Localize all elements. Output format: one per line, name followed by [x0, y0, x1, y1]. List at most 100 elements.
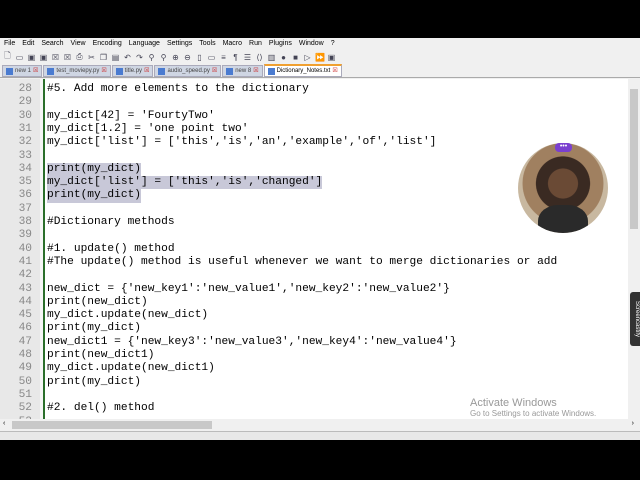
- scroll-right-icon[interactable]: ›: [632, 420, 634, 427]
- code-line[interactable]: 46 print(my_dict): [0, 322, 628, 335]
- code-line[interactable]: 39: [0, 229, 628, 242]
- close-tab-icon[interactable]: ☒: [101, 65, 106, 77]
- file-icon: [115, 67, 123, 75]
- code-line[interactable]: 48 print(new_dict1): [0, 349, 628, 362]
- close-tab-icon[interactable]: ☒: [144, 65, 149, 77]
- code-line[interactable]: 42: [0, 269, 628, 282]
- activate-windows-watermark: Activate Windows Go to Settings to activ…: [470, 397, 596, 418]
- menu-search[interactable]: Search: [41, 38, 63, 50]
- record-icon[interactable]: ●: [279, 53, 288, 62]
- code-line[interactable]: 47 new_dict1 = {'new_key3':'new_value3','…: [0, 336, 628, 349]
- tab-audio_speed-py[interactable]: audio_speed.py ☒: [154, 65, 222, 77]
- wrap-icon[interactable]: ≡: [219, 53, 228, 62]
- code-line[interactable]: 40 #1. update() method: [0, 243, 628, 256]
- undo-icon[interactable]: ↶: [123, 53, 132, 62]
- code-line[interactable]: 29: [0, 96, 628, 109]
- menu-encoding[interactable]: Encoding: [93, 38, 122, 50]
- tab-test_moviepy-py[interactable]: test_moviepy.py ☒: [43, 65, 111, 77]
- code-text: #2. del() method: [47, 402, 155, 415]
- menu-language[interactable]: Language: [129, 38, 160, 50]
- close-tab-icon[interactable]: ☒: [332, 65, 337, 77]
- presenter-figure: [538, 205, 588, 233]
- menu-tools[interactable]: Tools: [199, 38, 215, 50]
- print-icon[interactable]: ⎙: [75, 52, 84, 62]
- line-number: 31: [18, 122, 32, 135]
- line-number: 32: [18, 136, 32, 149]
- watermark-title: Activate Windows: [470, 397, 557, 409]
- tab-label: Dictionary_Notes.txt: [276, 68, 331, 74]
- line-number: 47: [18, 335, 32, 348]
- zoom-out-icon[interactable]: ⊖: [183, 53, 192, 62]
- horizontal-scrollbar[interactable]: ‹ ›: [0, 419, 640, 431]
- menu-edit[interactable]: Edit: [22, 38, 34, 50]
- code-line[interactable]: 43 new_dict = {'new_key1':'new_value1','n…: [0, 283, 628, 296]
- show-all-icon[interactable]: ¶: [231, 53, 240, 62]
- vertical-scroll-thumb[interactable]: [630, 89, 638, 229]
- code-text: #1. update() method: [47, 242, 175, 255]
- horizontal-scroll-thumb[interactable]: [12, 421, 212, 429]
- webcam-menu-button[interactable]: •••: [555, 143, 572, 152]
- tab-label: audio_speed.py: [167, 68, 210, 74]
- sync-h-icon[interactable]: ▭: [207, 53, 216, 62]
- code-text: my_dict[1.2] = 'one point two': [47, 122, 249, 135]
- cut-icon[interactable]: ✂: [87, 53, 96, 62]
- scroll-left-icon[interactable]: ‹: [3, 420, 5, 427]
- play-multiple-icon[interactable]: ⏩: [315, 53, 325, 62]
- tab-new-8[interactable]: new 8 ☒: [222, 65, 263, 77]
- menu-[interactable]: ?: [331, 38, 335, 50]
- line-number: 30: [18, 109, 32, 122]
- redo-icon[interactable]: ↷: [135, 53, 144, 62]
- tab-title-py[interactable]: title.py ☒: [111, 65, 154, 77]
- tab-new-1[interactable]: new 1 ☒: [2, 65, 43, 77]
- code-editor[interactable]: 28 #5. Add more elements to the dictionar…: [0, 79, 628, 419]
- save-all-icon[interactable]: ▣: [39, 53, 48, 62]
- line-number: 46: [18, 322, 32, 335]
- menu-run[interactable]: Run: [249, 38, 262, 50]
- play-icon[interactable]: ▷: [303, 53, 312, 62]
- close-tab-icon[interactable]: ☒: [33, 65, 38, 77]
- webcam-overlay: [518, 143, 608, 233]
- menu-macro[interactable]: Macro: [223, 38, 242, 50]
- close-all-icon[interactable]: ☒: [63, 53, 72, 62]
- copy-icon[interactable]: ❐: [99, 53, 108, 62]
- code-line[interactable]: 31 my_dict[1.2] = 'one point two': [0, 123, 628, 136]
- code-line[interactable]: 49 my_dict.update(new_dict1): [0, 362, 628, 375]
- menu-file[interactable]: File: [4, 38, 15, 50]
- close-tab-icon[interactable]: ☒: [253, 65, 258, 77]
- map-icon[interactable]: ▥: [267, 53, 276, 62]
- open-icon[interactable]: ▭: [15, 53, 24, 62]
- screencastify-tab[interactable]: Screencastify: [630, 292, 640, 346]
- indent-guide-icon[interactable]: ☰: [243, 53, 252, 62]
- code-line[interactable]: 30 my_dict[42] = 'FourtyTwo': [0, 110, 628, 123]
- stop-icon[interactable]: ■: [291, 53, 300, 62]
- code-line[interactable]: 41 #The update() method is useful wheneve…: [0, 256, 628, 269]
- save-macro-icon[interactable]: ▣: [327, 53, 336, 62]
- close-icon[interactable]: ☒: [51, 53, 60, 62]
- tab-dictionary_notes-txt[interactable]: Dictionary_Notes.txt ☒: [263, 64, 342, 77]
- close-tab-icon[interactable]: ☒: [212, 65, 217, 77]
- menu-window[interactable]: Window: [299, 38, 324, 50]
- sync-v-icon[interactable]: ▯: [195, 53, 204, 62]
- code-line[interactable]: 50 print(my_dict): [0, 376, 628, 389]
- find-icon[interactable]: ⚲: [147, 53, 156, 62]
- code-line[interactable]: 45 my_dict.update(new_dict): [0, 309, 628, 322]
- menu-settings[interactable]: Settings: [167, 38, 192, 50]
- code-line[interactable]: 44 print(new_dict): [0, 296, 628, 309]
- line-number: 29: [18, 96, 32, 109]
- new-icon[interactable]: 🗋: [3, 50, 12, 64]
- code-line[interactable]: 28 #5. Add more elements to the dictionar…: [0, 83, 628, 96]
- tab-bar: new 1 ☒ test_moviepy.py ☒ title.py ☒ audio_spe…: [0, 64, 640, 78]
- line-number: 34: [18, 162, 32, 175]
- vertical-scrollbar[interactable]: [628, 79, 640, 419]
- paste-icon[interactable]: ▤: [111, 53, 120, 62]
- xml-icon[interactable]: ⟨⟩: [255, 53, 264, 62]
- code-line[interactable]: 32 my_dict['list'] = ['this','is','an','e…: [0, 136, 628, 149]
- watermark-subtitle: Go to Settings to activate Windows.: [470, 409, 597, 418]
- zoom-in-icon[interactable]: ⊕: [171, 53, 180, 62]
- code-text: #Dictionary methods: [47, 216, 175, 228]
- code-text: my_dict.update(new_dict): [47, 309, 209, 322]
- save-icon[interactable]: ▣: [27, 53, 36, 62]
- menu-plugins[interactable]: Plugins: [269, 38, 292, 50]
- replace-icon[interactable]: ⚲: [159, 53, 168, 62]
- menu-view[interactable]: View: [71, 38, 86, 50]
